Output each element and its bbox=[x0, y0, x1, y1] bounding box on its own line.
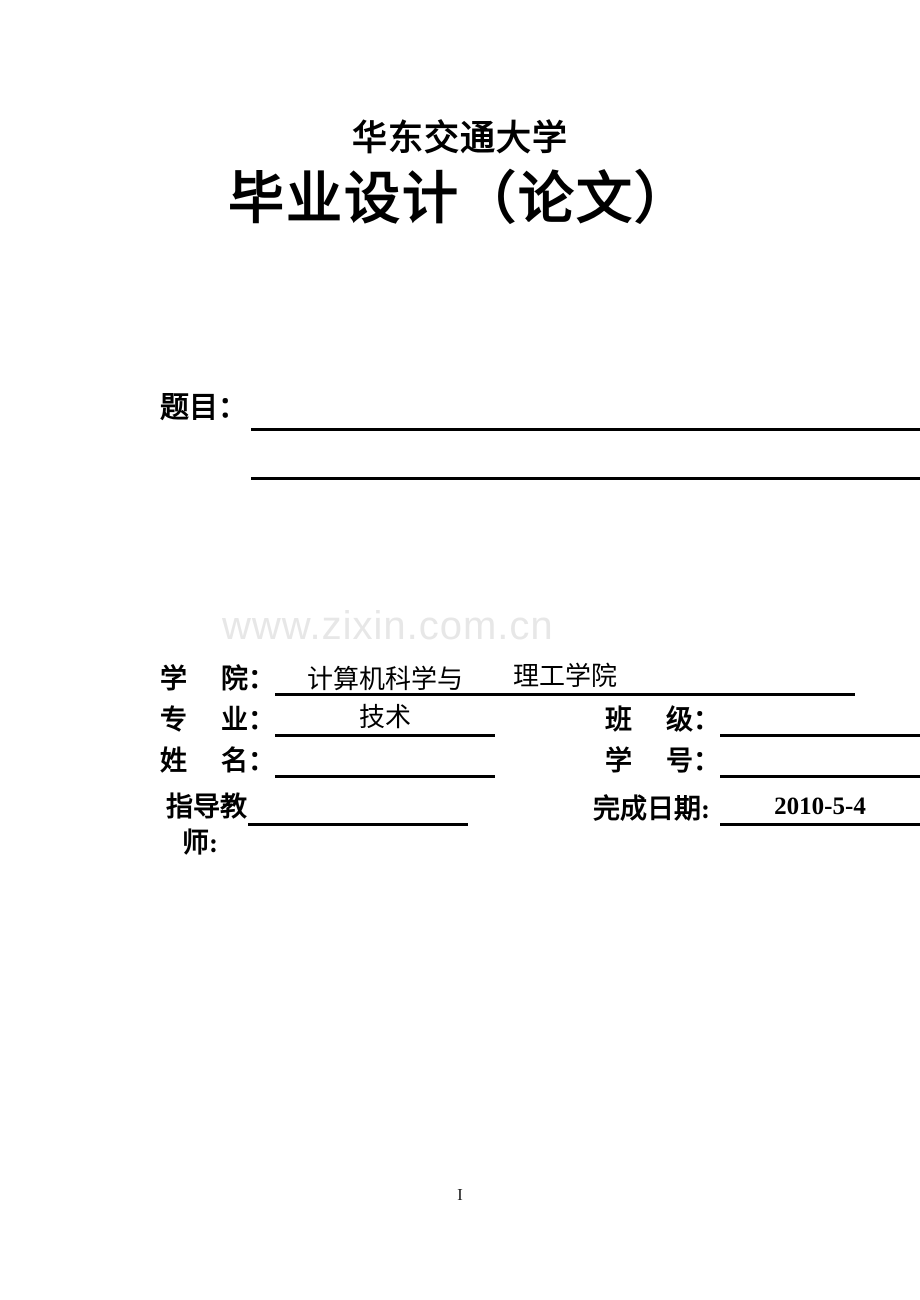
advisor-label-line-2: 师: bbox=[182, 828, 218, 858]
page-number: I bbox=[457, 1185, 463, 1204]
page-title: 毕业设计（论文） bbox=[228, 169, 692, 232]
major-label: 专 业 bbox=[160, 703, 248, 737]
major-label-colon: ： bbox=[248, 705, 275, 735]
major-value-line-1: 计算机科学与 bbox=[306, 665, 463, 694]
major-label-char-1: 专 bbox=[160, 705, 187, 735]
watermark-text: www.zixin.com.cn bbox=[222, 604, 554, 648]
subject-input-line-2[interactable] bbox=[251, 437, 920, 480]
class-label-char-2: 级 bbox=[666, 705, 693, 735]
field-advisor: 指导教 师: bbox=[160, 790, 468, 858]
class-label-colon: ： bbox=[693, 705, 720, 735]
page-header: 华东交通大学 毕业设计（论文） bbox=[0, 118, 920, 235]
student-id-label-colon: ： bbox=[693, 746, 720, 776]
class-value[interactable] bbox=[720, 701, 920, 737]
class-label-char-1: 班 bbox=[605, 705, 632, 735]
name-label: 姓 名 bbox=[160, 744, 248, 778]
college-label-char-2: 院 bbox=[221, 664, 248, 694]
thesis-cover-page: www.zixin.com.cn 华东交通大学 毕业设计（论文） 题目： 学 院… bbox=[0, 0, 920, 1300]
completion-date-value[interactable]: 2010-5-4 bbox=[720, 790, 920, 826]
form-row-major-class: 专 业 ： 计算机科学与 技术 班 级 ： bbox=[160, 665, 920, 737]
field-major: 专 业 ： 计算机科学与 技术 bbox=[160, 665, 495, 737]
subject-line-group bbox=[251, 388, 920, 480]
field-name: 姓 名 ： bbox=[160, 742, 495, 778]
field-student-id: 学 号 ： bbox=[605, 742, 920, 778]
student-id-label: 学 号 bbox=[605, 744, 693, 778]
subject-input-line-1[interactable] bbox=[251, 388, 920, 431]
college-label-char-1: 学 bbox=[160, 664, 187, 694]
major-value-line-2: 技术 bbox=[358, 703, 411, 732]
name-label-char-1: 姓 bbox=[160, 746, 187, 776]
name-label-colon: ： bbox=[248, 746, 275, 776]
form-row-college: 学 院 ： 理工学院 bbox=[160, 655, 920, 696]
student-id-label-char-1: 学 bbox=[605, 746, 632, 776]
subject-label: 题目： bbox=[160, 392, 248, 424]
major-value[interactable]: 计算机科学与 技术 bbox=[275, 665, 495, 737]
subject-row: 题目： bbox=[160, 388, 920, 480]
student-id-label-char-2: 号 bbox=[666, 746, 693, 776]
completion-date-label: 完成日期: bbox=[593, 794, 710, 824]
name-label-char-2: 名 bbox=[221, 746, 248, 776]
info-form: 学 院 ： 理工学院 专 业 ： 计算机科学与 技术 班 级 ： 姓 名 ： 学… bbox=[160, 655, 920, 858]
college-label: 学 院 bbox=[160, 662, 248, 696]
form-row-name-id: 姓 名 ： 学 号 ： bbox=[160, 737, 920, 778]
name-value[interactable] bbox=[275, 742, 495, 778]
class-label: 班 级 bbox=[605, 703, 693, 737]
college-label-colon: ： bbox=[248, 664, 275, 694]
major-label-char-2: 业 bbox=[221, 705, 248, 735]
university-name: 华东交通大学 bbox=[351, 119, 568, 158]
field-completion-date: 完成日期: 2010-5-4 bbox=[593, 790, 920, 826]
field-class: 班 级 ： bbox=[605, 701, 920, 737]
advisor-value[interactable] bbox=[248, 790, 468, 826]
advisor-label-line-1: 指导教 bbox=[166, 792, 247, 822]
student-id-value[interactable] bbox=[720, 742, 920, 778]
subject-block: 题目： bbox=[160, 388, 920, 480]
field-college: 学 院 ： 理工学院 bbox=[160, 660, 855, 696]
form-row-advisor-date: 指导教 师: 完成日期: 2010-5-4 bbox=[160, 778, 920, 858]
